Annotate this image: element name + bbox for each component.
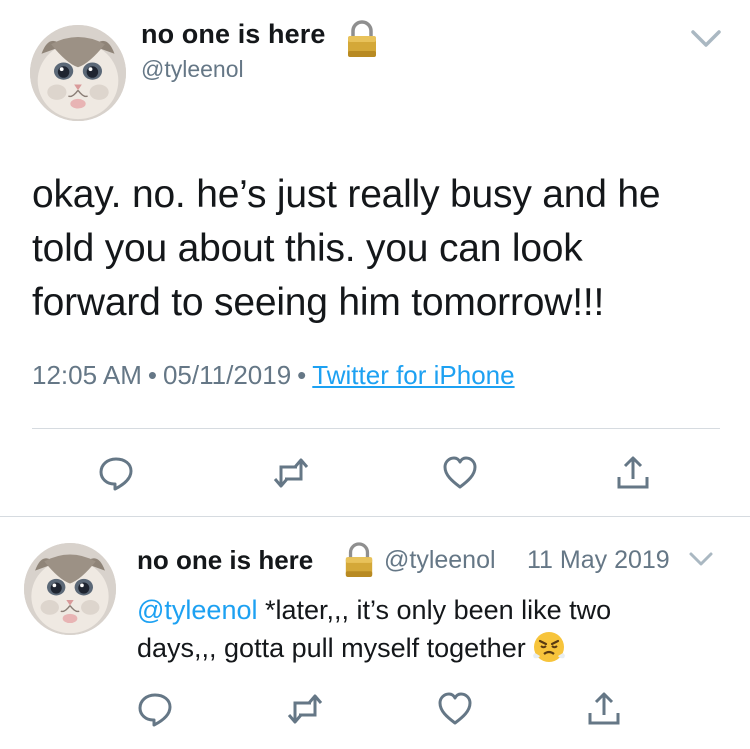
tweet-text-fragment: *later,,, it’s only been like two <box>257 595 612 625</box>
share-icon[interactable] <box>615 455 651 491</box>
lock-icon <box>345 19 379 59</box>
retweet-icon[interactable] <box>273 455 309 491</box>
tweet-date: 05/11/2019 <box>162 360 292 390</box>
tweet-text-fragment: days,,, gotta pull myself together <box>137 633 526 663</box>
like-icon[interactable] <box>437 691 473 727</box>
tweet-text-line: @tyleenol *later,,, it’s only been like … <box>137 592 737 629</box>
tweet-text-line: forward to seeing him tomorrow!!! <box>32 281 605 324</box>
divider <box>32 428 720 429</box>
tweet-text-line: okay. no. he’s just really busy and he <box>32 173 661 216</box>
divider <box>0 516 750 517</box>
share-icon[interactable] <box>586 691 622 727</box>
reply-icon[interactable] <box>98 455 134 491</box>
source-link[interactable]: Twitter for iPhone <box>312 360 514 390</box>
display-name[interactable]: no one is here <box>141 19 325 50</box>
retweet-icon[interactable] <box>287 691 323 727</box>
handle[interactable]: @tyleenol <box>384 546 496 575</box>
reply-icon[interactable] <box>137 691 173 727</box>
chevron-down-icon[interactable] <box>688 549 714 569</box>
tweet-text: okay. no. he’s just really busy and he t… <box>32 168 732 330</box>
tweet-date[interactable]: 11 May 2019 <box>527 546 670 575</box>
tweet-text-line: days,,, gotta pull myself together <box>137 629 737 667</box>
tweet-meta: 12:05 AM • 05/11/2019 • Twitter for iPhone <box>32 360 515 391</box>
separator: • <box>297 360 307 390</box>
chevron-down-icon[interactable] <box>690 26 722 50</box>
tweet-text-line: told you about this. you can look <box>32 227 583 270</box>
lock-icon <box>343 541 375 579</box>
display-name[interactable]: no one is here <box>137 545 313 576</box>
separator: • <box>147 360 157 390</box>
avatar[interactable] <box>24 543 116 635</box>
mention-link[interactable]: @tyleenol <box>137 595 257 625</box>
tweet-text: @tyleenol *later,,, it’s only been like … <box>137 592 737 667</box>
like-icon[interactable] <box>442 455 478 491</box>
avatar[interactable] <box>30 25 126 121</box>
tweet-time: 12:05 AM <box>32 360 142 390</box>
angry-face-emoji-icon <box>532 629 566 663</box>
handle[interactable]: @tyleenol <box>141 56 244 83</box>
